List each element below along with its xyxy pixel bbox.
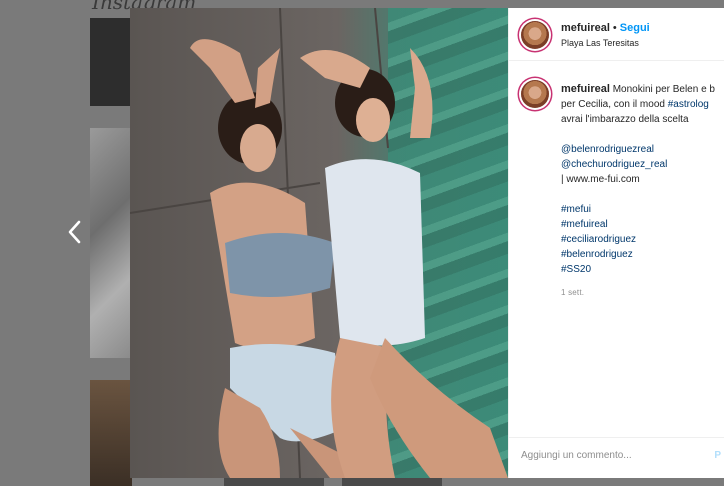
avatar[interactable] bbox=[521, 21, 549, 49]
photo-illustration bbox=[130, 8, 508, 478]
location-link[interactable]: Playa Las Teresitas bbox=[561, 38, 639, 48]
caption-line: per Cecilia, con il mood #astrolog bbox=[561, 97, 724, 112]
caption-body: mefuireal Monokini per Belen e b per Cec… bbox=[561, 82, 724, 300]
hashtag-link[interactable]: #SS20 bbox=[561, 262, 724, 277]
post-photo[interactable] bbox=[130, 8, 508, 478]
website-text: | www.me-fui.com bbox=[561, 174, 640, 185]
background-post-thumbnail[interactable] bbox=[224, 478, 324, 486]
follow-button[interactable]: Segui bbox=[620, 22, 650, 34]
caption-text: avrai l'imbarazzo della scelta bbox=[561, 114, 689, 125]
hashtag-link[interactable]: #mefui bbox=[561, 202, 724, 217]
hashtag-link[interactable]: #mefuireal bbox=[561, 217, 724, 232]
hashtag-link[interactable]: #ceciliarodriguez bbox=[561, 232, 724, 247]
hashtag-link[interactable]: #belenrodriguez bbox=[561, 247, 724, 262]
background-post-thumbnail[interactable] bbox=[90, 128, 132, 358]
post-comment-button[interactable]: P bbox=[714, 450, 721, 461]
hashtag-link[interactable]: #astrolog bbox=[668, 99, 709, 110]
header-username[interactable]: mefuireal bbox=[561, 22, 610, 34]
caption-text: Monokini per Belen e b bbox=[612, 84, 715, 95]
post-modal: mefuireal • Segui Playa Las Teresitas mefu… bbox=[130, 8, 724, 478]
comment-bar: P bbox=[509, 437, 724, 478]
caption-username[interactable]: mefuireal bbox=[561, 83, 610, 95]
post-header: mefuireal • Segui Playa Las Teresitas bbox=[509, 8, 724, 61]
caption-line: mefuireal Monokini per Belen e b bbox=[561, 82, 724, 97]
comment-input[interactable] bbox=[521, 450, 691, 461]
background-post-thumbnail[interactable] bbox=[342, 478, 442, 486]
caption-text: per Cecilia, con il mood bbox=[561, 99, 668, 110]
caption-section: mefuireal Monokini per Belen e b per Cec… bbox=[509, 60, 724, 440]
separator-dot: • bbox=[612, 22, 617, 34]
previous-post-button[interactable] bbox=[62, 220, 86, 248]
mention-link[interactable]: @belenrodriguezreal bbox=[561, 142, 724, 157]
chevron-left-icon bbox=[68, 220, 81, 244]
post-sidebar: mefuireal • Segui Playa Las Teresitas mefu… bbox=[508, 8, 724, 478]
background-post-thumbnail[interactable] bbox=[90, 380, 132, 486]
caption-avatar[interactable] bbox=[521, 80, 549, 108]
mention-link[interactable]: @chechurodriguez_real bbox=[561, 157, 724, 172]
header-user-row: mefuireal • Segui bbox=[561, 22, 650, 34]
post-timestamp[interactable]: 1 sett. bbox=[561, 285, 724, 300]
background-post-thumbnail[interactable] bbox=[90, 18, 132, 106]
